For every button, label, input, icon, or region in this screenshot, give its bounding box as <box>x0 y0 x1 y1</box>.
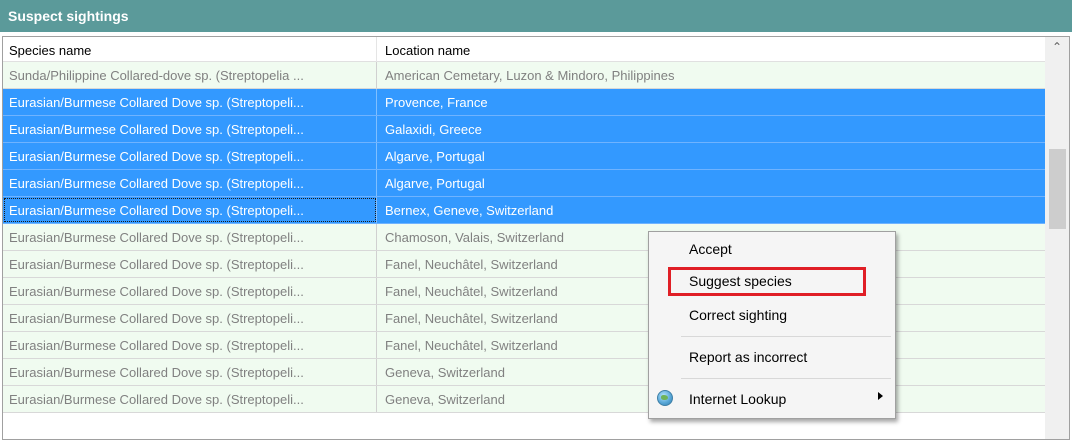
column-header-species[interactable]: Species name <box>3 37 377 62</box>
grid-header: Species name Location name <box>3 37 1045 62</box>
context-menu: Accept Suggest species Correct sighting … <box>648 231 896 419</box>
panel-title: Suspect sightings <box>0 0 1072 32</box>
location-name-cell[interactable]: Bernex, Geneve, Switzerland <box>377 197 1045 223</box>
scroll-thumb[interactable] <box>1049 149 1066 229</box>
column-header-location[interactable]: Location name <box>377 37 1045 62</box>
species-name-cell[interactable]: Eurasian/Burmese Collared Dove sp. (Stre… <box>3 305 377 331</box>
table-row[interactable]: Eurasian/Burmese Collared Dove sp. (Stre… <box>3 89 1045 116</box>
menu-item-internet-lookup[interactable]: Internet Lookup <box>649 386 895 412</box>
menu-separator <box>681 336 891 337</box>
species-name-cell[interactable]: Eurasian/Burmese Collared Dove sp. (Stre… <box>3 386 377 412</box>
menu-separator <box>681 378 891 379</box>
location-name-cell[interactable]: Provence, France <box>377 89 1045 115</box>
species-name-cell[interactable]: Eurasian/Burmese Collared Dove sp. (Stre… <box>3 224 377 250</box>
species-name-cell[interactable]: Eurasian/Burmese Collared Dove sp. (Stre… <box>3 359 377 385</box>
vertical-scrollbar[interactable]: ⌃ <box>1045 37 1069 439</box>
location-name-cell[interactable]: Algarve, Portugal <box>377 170 1045 196</box>
species-name-cell[interactable]: Eurasian/Burmese Collared Dove sp. (Stre… <box>3 251 377 277</box>
location-name-cell[interactable]: American Cemetary, Luzon & Mindoro, Phil… <box>377 62 1045 88</box>
species-name-cell[interactable]: Eurasian/Burmese Collared Dove sp. (Stre… <box>3 143 377 169</box>
location-name-cell[interactable]: Galaxidi, Greece <box>377 116 1045 142</box>
table-row[interactable]: Eurasian/Burmese Collared Dove sp. (Stre… <box>3 197 1045 224</box>
submenu-arrow-icon <box>878 392 883 400</box>
menu-item-accept[interactable]: Accept <box>649 236 895 262</box>
table-row[interactable]: Sunda/Philippine Collared-dove sp. (Stre… <box>3 62 1045 89</box>
highlight-annotation <box>668 267 866 296</box>
menu-item-report-incorrect[interactable]: Report as incorrect <box>649 344 895 370</box>
menu-item-internet-lookup-label: Internet Lookup <box>689 391 787 407</box>
table-row[interactable]: Eurasian/Burmese Collared Dove sp. (Stre… <box>3 116 1045 143</box>
location-name-cell[interactable]: Algarve, Portugal <box>377 143 1045 169</box>
species-name-cell[interactable]: Eurasian/Burmese Collared Dove sp. (Stre… <box>3 89 377 115</box>
species-name-cell[interactable]: Sunda/Philippine Collared-dove sp. (Stre… <box>3 62 377 88</box>
species-name-cell[interactable]: Eurasian/Burmese Collared Dove sp. (Stre… <box>3 116 377 142</box>
scroll-up-arrow-icon[interactable]: ⌃ <box>1045 37 1069 59</box>
table-row[interactable]: Eurasian/Burmese Collared Dove sp. (Stre… <box>3 170 1045 197</box>
menu-item-correct-sighting[interactable]: Correct sighting <box>649 302 895 328</box>
table-row[interactable]: Eurasian/Burmese Collared Dove sp. (Stre… <box>3 143 1045 170</box>
species-name-cell[interactable]: Eurasian/Burmese Collared Dove sp. (Stre… <box>3 278 377 304</box>
species-name-cell[interactable]: Eurasian/Burmese Collared Dove sp. (Stre… <box>3 332 377 358</box>
species-name-cell[interactable]: Eurasian/Burmese Collared Dove sp. (Stre… <box>3 197 377 223</box>
species-name-cell[interactable]: Eurasian/Burmese Collared Dove sp. (Stre… <box>3 170 377 196</box>
suspect-sightings-grid[interactable]: Species name Location name Sunda/Philipp… <box>2 36 1070 440</box>
